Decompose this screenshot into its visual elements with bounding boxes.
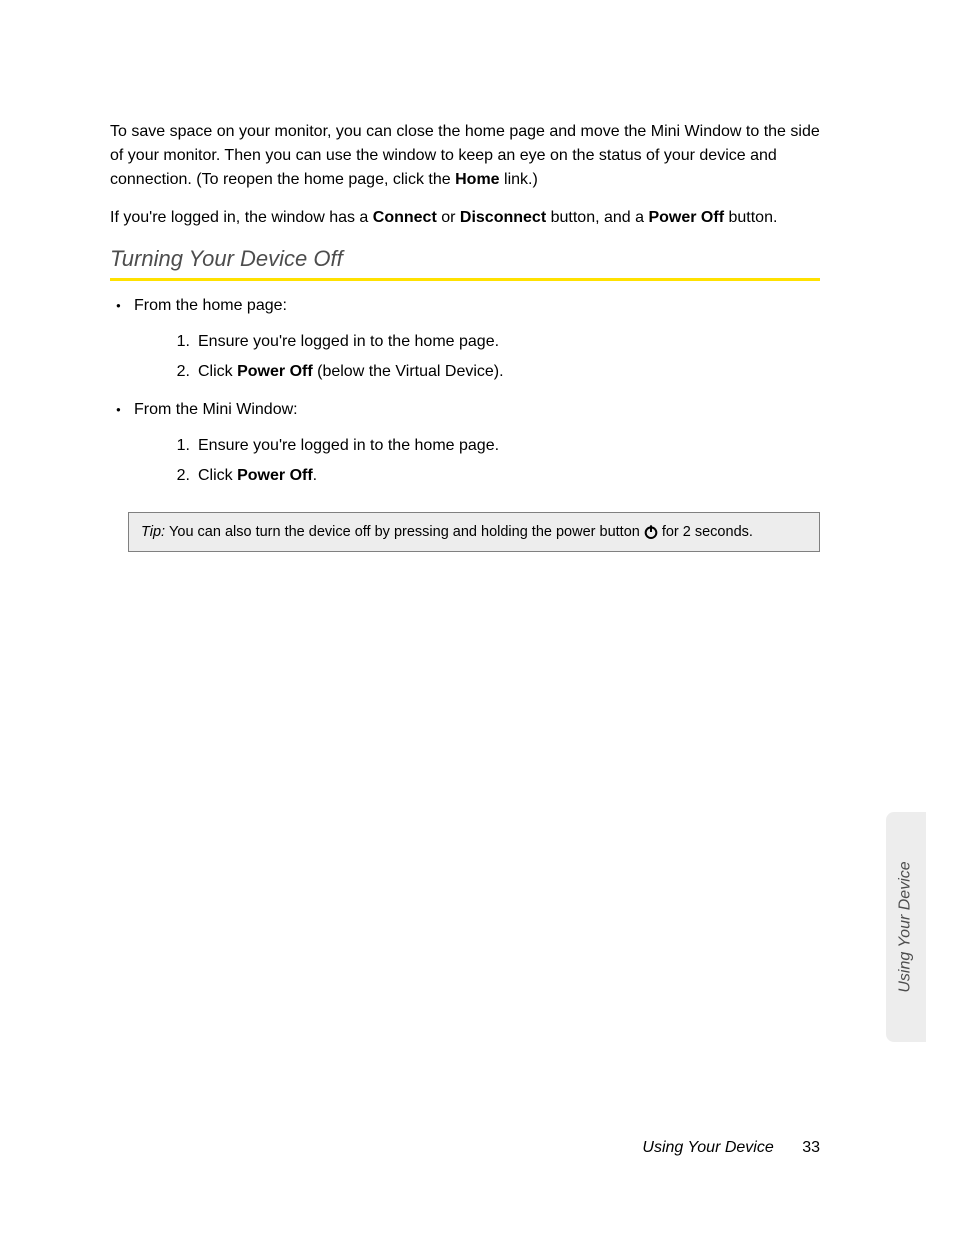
connect-label: Connect: [373, 209, 437, 226]
side-tab: Using Your Device: [886, 812, 926, 1042]
bullet-item: From the home page:: [116, 293, 820, 319]
home-link-label: Home: [455, 171, 499, 188]
numbered-list: 1. Ensure you're logged in to the home p…: [172, 327, 820, 388]
text: link.): [500, 171, 538, 188]
power-off-label: Power Off: [237, 363, 313, 380]
content-area: To save space on your monitor, you can c…: [110, 120, 820, 552]
text: (below the Virtual Device).: [313, 363, 504, 380]
list-text: Click Power Off (below the Virtual Devic…: [198, 357, 504, 387]
text: Click: [198, 363, 237, 380]
text: Click: [198, 467, 237, 484]
disconnect-label: Disconnect: [460, 209, 546, 226]
power-icon: [643, 524, 659, 540]
list-item: 2. Click Power Off (below the Virtual De…: [172, 357, 820, 387]
list-item: 2. Click Power Off.: [172, 461, 820, 491]
page-footer: Using Your Device 33: [0, 1139, 820, 1157]
list-number: 1.: [172, 431, 198, 461]
intro-paragraph-2: If you're logged in, the window has a Co…: [110, 206, 820, 230]
section-heading: Turning Your Device Off: [110, 246, 820, 272]
side-tab-label: Using Your Device: [897, 861, 915, 992]
tip-text: You can also turn the device off by pres…: [169, 522, 640, 542]
list-item: 1. Ensure you're logged in to the home p…: [172, 327, 820, 357]
tip-box: Tip: You can also turn the device off by…: [128, 512, 820, 552]
text: .: [313, 467, 317, 484]
power-off-label: Power Off: [237, 467, 313, 484]
page: To save space on your monitor, you can c…: [0, 0, 954, 1235]
power-off-label: Power Off: [648, 209, 724, 226]
list-text: Ensure you're logged in to the home page…: [198, 431, 499, 461]
text: button, and a: [546, 209, 648, 226]
list-number: 2.: [172, 357, 198, 387]
bullet-text: From the Mini Window:: [134, 397, 298, 423]
text: button.: [724, 209, 777, 226]
bullet-icon: [116, 397, 134, 423]
footer-section: Using Your Device: [642, 1139, 773, 1156]
text: If you're logged in, the window has a: [110, 209, 373, 226]
bullet-text: From the home page:: [134, 293, 287, 319]
text: or: [437, 209, 460, 226]
list-item: 1. Ensure you're logged in to the home p…: [172, 431, 820, 461]
list-text: Ensure you're logged in to the home page…: [198, 327, 499, 357]
heading-rule: [110, 278, 820, 281]
list-number: 2.: [172, 461, 198, 491]
intro-paragraph-1: To save space on your monitor, you can c…: [110, 120, 820, 192]
bullet-item: From the Mini Window:: [116, 397, 820, 423]
bullet-icon: [116, 293, 134, 319]
tip-text: for 2 seconds.: [662, 522, 753, 542]
list-number: 1.: [172, 327, 198, 357]
list-text: Click Power Off.: [198, 461, 317, 491]
numbered-list: 1. Ensure you're logged in to the home p…: [172, 431, 820, 492]
bullet-list: From the home page: 1. Ensure you're log…: [116, 293, 820, 492]
footer-page-number: 33: [802, 1139, 820, 1156]
tip-label: Tip:: [141, 522, 165, 542]
